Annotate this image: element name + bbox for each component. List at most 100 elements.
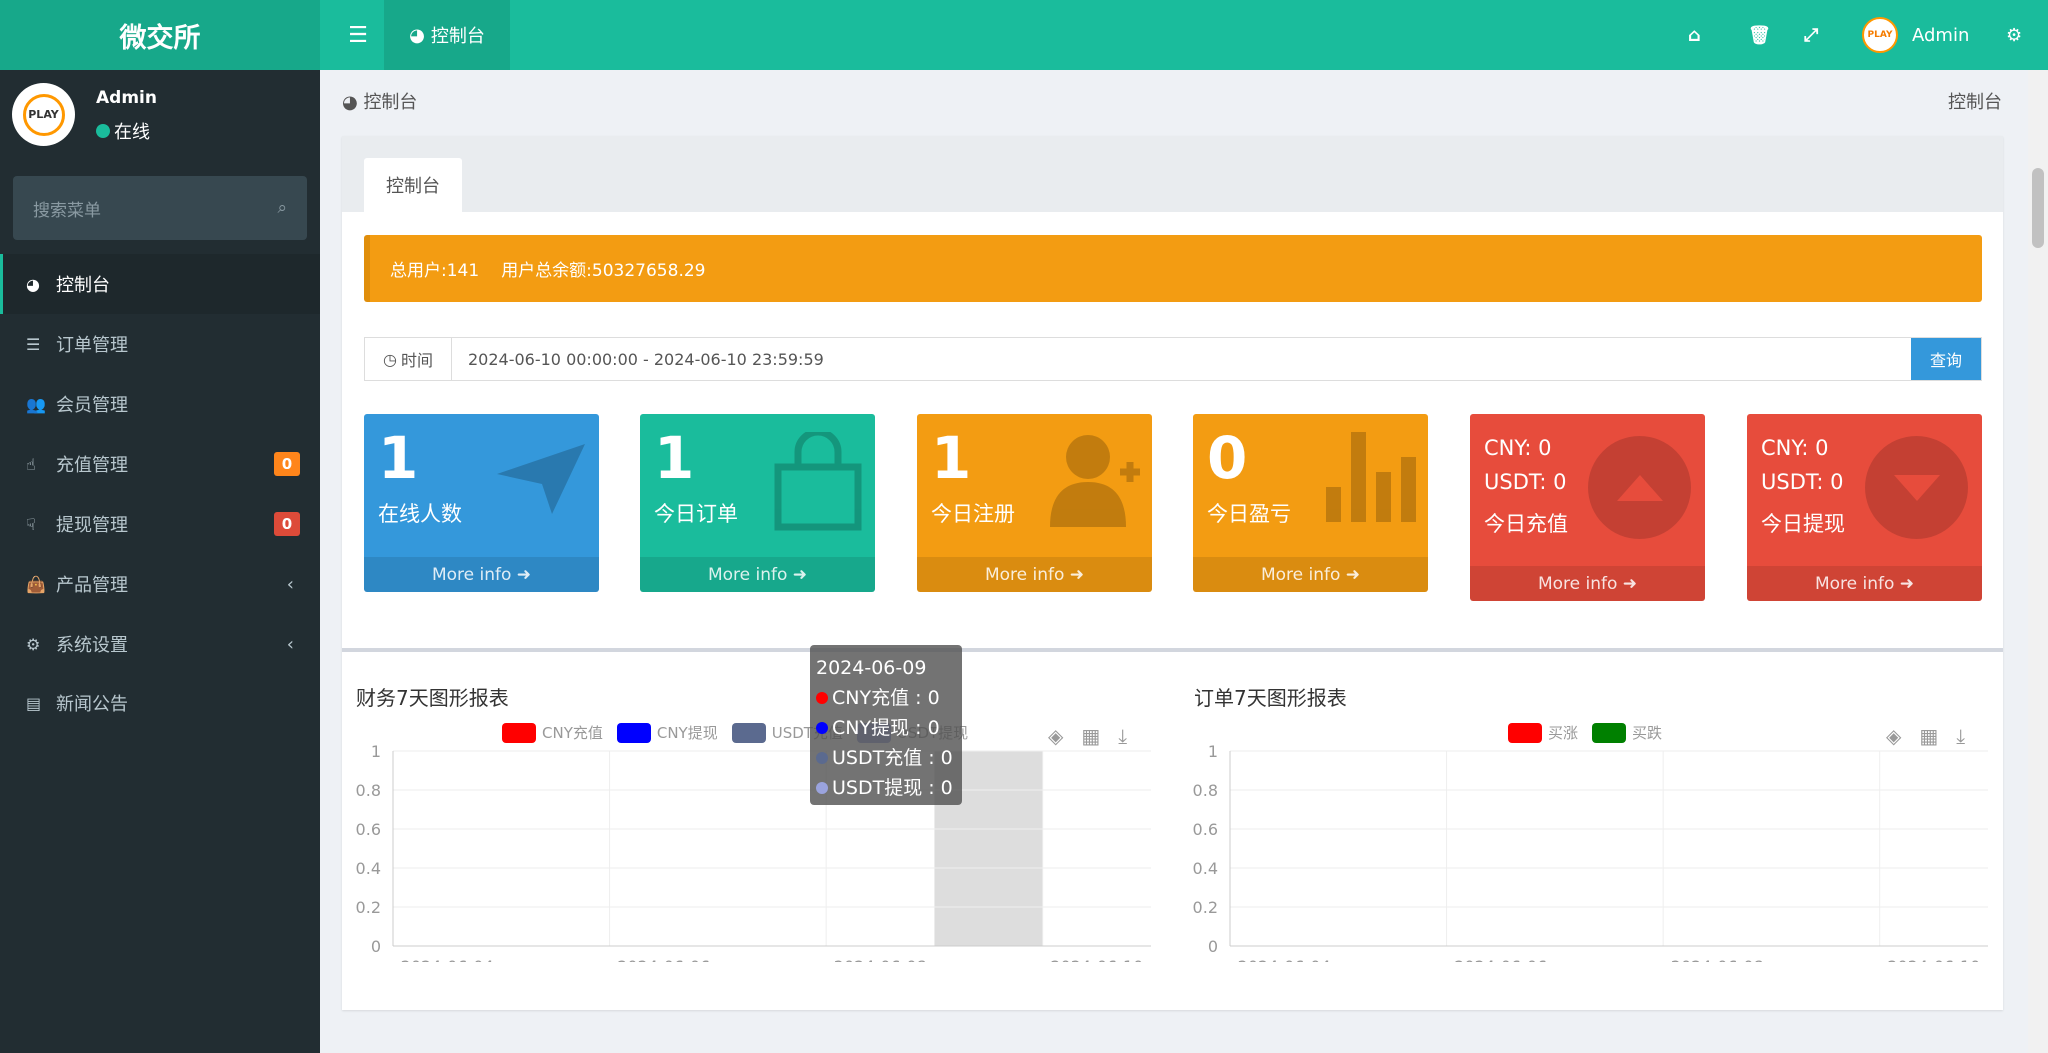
arrow-circle-right-icon: ➜: [1899, 573, 1915, 594]
stat-value: 1: [654, 424, 695, 492]
more-info-link[interactable]: More info ➜: [917, 557, 1152, 592]
top-tab-dashboard[interactable]: ◕ 控制台: [384, 0, 510, 70]
stat-value: 0: [1207, 424, 1248, 492]
stat-label: 今日订单: [654, 502, 738, 526]
tab-dashboard[interactable]: 控制台: [364, 158, 462, 212]
clock-icon: ◷: [383, 349, 397, 369]
finance-chart[interactable]: 0 0.2 0.4 0.6 0.8 1 2024-06-04 2024-06-06 2024-0…: [342, 732, 1172, 962]
stat-card-3: 0 今日盈亏 More info ➜: [1193, 414, 1428, 592]
stat-label: 在线人数: [378, 502, 462, 526]
more-info-link[interactable]: More info ➜: [364, 557, 599, 592]
x-tick-label: 2024-06-06: [1454, 957, 1547, 962]
card-icon: [1050, 432, 1140, 531]
y-tick-label: 0: [371, 937, 381, 956]
dashboard-icon: ◕: [409, 24, 425, 46]
sidebar-item-3[interactable]: ☝ 充值管理 0: [0, 434, 320, 494]
stat-card-1: 1 今日订单 More info ➜: [640, 414, 875, 592]
y-tick-label: 0.4: [356, 859, 381, 878]
main-panel: 控制台 总用户:141 用户总余额:50327658.29 ◷ 时间 2024-06…: [342, 136, 2003, 1010]
user-menu[interactable]: PLAY Admin: [1862, 0, 1969, 70]
usdt-value: USDT: 0: [1761, 470, 1844, 494]
more-info-link[interactable]: More info ➜: [640, 557, 875, 592]
cny-value: CNY: 0: [1484, 436, 1552, 460]
tooltip-row: CNY充值 : 0: [816, 683, 956, 713]
count-badge: 0: [274, 452, 300, 476]
arrow-circle-right-icon: ➜: [516, 564, 532, 585]
user-status: 在线: [96, 118, 150, 144]
sidebar-item-2[interactable]: 👥 会员管理: [0, 374, 320, 434]
scrollbar[interactable]: [2028, 70, 2048, 1053]
time-label: ◷ 时间: [365, 338, 452, 380]
gears-icon[interactable]: ⚙: [2006, 0, 2022, 70]
gears-icon: ⚙: [26, 634, 41, 654]
time-filter: ◷ 时间 2024-06-10 00:00:00 - 2024-06-10 23:…: [364, 337, 1982, 381]
x-tick-label: 2024-06-10: [1050, 957, 1143, 962]
trash-icon[interactable]: 🗑: [1748, 0, 1771, 70]
sidebar-item-6[interactable]: ⚙ 系统设置 ‹: [0, 614, 320, 674]
arrow-circle-right-icon: ➜: [1345, 564, 1361, 585]
shopping-bag-icon: 👜: [26, 574, 46, 594]
query-button[interactable]: 查询: [1911, 338, 1981, 380]
sidebar-item-4[interactable]: ☟ 提现管理 0: [0, 494, 320, 554]
list-icon: ☰: [26, 334, 41, 354]
time-range-input[interactable]: 2024-06-10 00:00:00 - 2024-06-10 23:59:5…: [452, 338, 1911, 380]
y-tick-label: 0.6: [356, 820, 381, 839]
stat-card-0: 1 在线人数 More info ➜: [364, 414, 599, 592]
hand-down-icon: ☟: [26, 514, 36, 534]
cny-value: CNY: 0: [1761, 436, 1829, 460]
y-tick-label: 1: [371, 742, 381, 761]
sidebar-item-1[interactable]: ☰ 订单管理: [0, 314, 320, 374]
card-icon: [497, 444, 587, 518]
tooltip-row: USDT提现 : 0: [816, 773, 956, 803]
sidebar-item-0[interactable]: ◕ 控制台: [0, 254, 320, 314]
dashboard-icon: ◕: [26, 274, 40, 294]
top-tab-label: 控制台: [430, 26, 485, 47]
x-tick-label: 2024-06-04: [401, 957, 494, 962]
online-dot-icon: [96, 124, 110, 138]
card-icon: [1326, 432, 1416, 526]
y-tick-label: 0.6: [1193, 820, 1218, 839]
x-tick-label: 2024-06-08: [1671, 957, 1764, 962]
menu-search-input[interactable]: 搜索菜单 ⌕: [13, 176, 307, 240]
hand-up-icon: ☝: [26, 454, 36, 474]
more-info-link[interactable]: More info ➜: [1747, 566, 1982, 601]
y-tick-label: 1: [1208, 742, 1218, 761]
charts-box: 财务7天图形报表 订单7天图形报表 CNY充值CNY提现USDT充值USDT提现…: [342, 645, 2003, 1010]
sidebar-toggle-icon[interactable]: ☰: [338, 0, 378, 70]
y-tick-label: 0.8: [1193, 781, 1218, 800]
search-icon[interactable]: ⌕: [277, 198, 287, 218]
breadcrumb-current: 控制台: [1948, 92, 2002, 113]
summary-alert: 总用户:141 用户总余额:50327658.29: [364, 235, 1982, 302]
more-info-link[interactable]: More info ➜: [1193, 557, 1428, 592]
tooltip-row: USDT充值 : 0: [816, 743, 956, 773]
stat-label: 今日盈亏: [1207, 502, 1291, 526]
stat-label: 今日充值: [1484, 512, 1568, 536]
breadcrumb: ◕ 控制台: [342, 92, 418, 113]
arrow-down-icon: [1865, 436, 1968, 539]
x-tick-label: 2024-06-04: [1238, 957, 1331, 962]
brand-logo[interactable]: 微交所: [0, 0, 320, 70]
arrow-circle-right-icon: ➜: [1069, 564, 1085, 585]
y-tick-label: 0.4: [1193, 859, 1218, 878]
user-name: Admin: [96, 88, 157, 108]
stat-value: 1: [931, 424, 972, 492]
order-chart[interactable]: 0 0.2 0.4 0.6 0.8 1 2024-06-04 2024-06-06 2024-0…: [1180, 732, 2000, 962]
users-icon: 👥: [26, 394, 46, 414]
sidebar-item-5[interactable]: 👜 产品管理 ‹: [0, 554, 320, 614]
total-balance: 用户总余额:50327658.29: [501, 261, 706, 281]
stat-label: 今日提现: [1761, 512, 1845, 536]
y-tick-label: 0.2: [1193, 898, 1218, 917]
more-info-link[interactable]: More info ➜: [1470, 566, 1705, 601]
finance-chart-title: 财务7天图形报表: [356, 686, 509, 710]
stat-value: 1: [378, 424, 419, 492]
sidebar-item-7[interactable]: ▤ 新闻公告: [0, 673, 320, 733]
fullscreen-icon[interactable]: ⤢: [1804, 0, 1818, 70]
y-tick-label: 0.2: [356, 898, 381, 917]
usdt-value: USDT: 0: [1484, 470, 1567, 494]
newspaper-icon: ▤: [26, 693, 42, 713]
tab-bar: 控制台: [342, 136, 2003, 212]
chart-tooltip: 2024-06-09 CNY充值 : 0 CNY提现 : 0 USDT充值 : 0U…: [810, 645, 962, 805]
home-icon[interactable]: ⌂: [1688, 0, 1701, 70]
x-tick-label: 2024-06-06: [617, 957, 710, 962]
stat-card-2: 1 今日注册 More info ➜: [917, 414, 1152, 592]
